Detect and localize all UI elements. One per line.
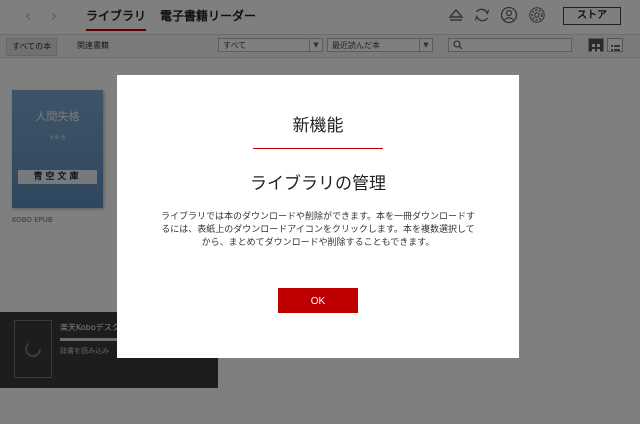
dialog-body-text: ライブラリでは本のダウンロードや削除ができます。本を一冊ダウンロードするには、表… — [160, 212, 476, 248]
dialog-heading: 新機能 — [292, 116, 344, 136]
new-feature-dialog: 新機能 ライブラリの管理 ライブラリでは本のダウンロードや削除ができます。本を一… — [117, 75, 519, 358]
ok-button[interactable]: OK — [278, 288, 358, 313]
dialog-divider — [253, 148, 383, 149]
dialog-subheading: ライブラリの管理 — [250, 174, 386, 194]
